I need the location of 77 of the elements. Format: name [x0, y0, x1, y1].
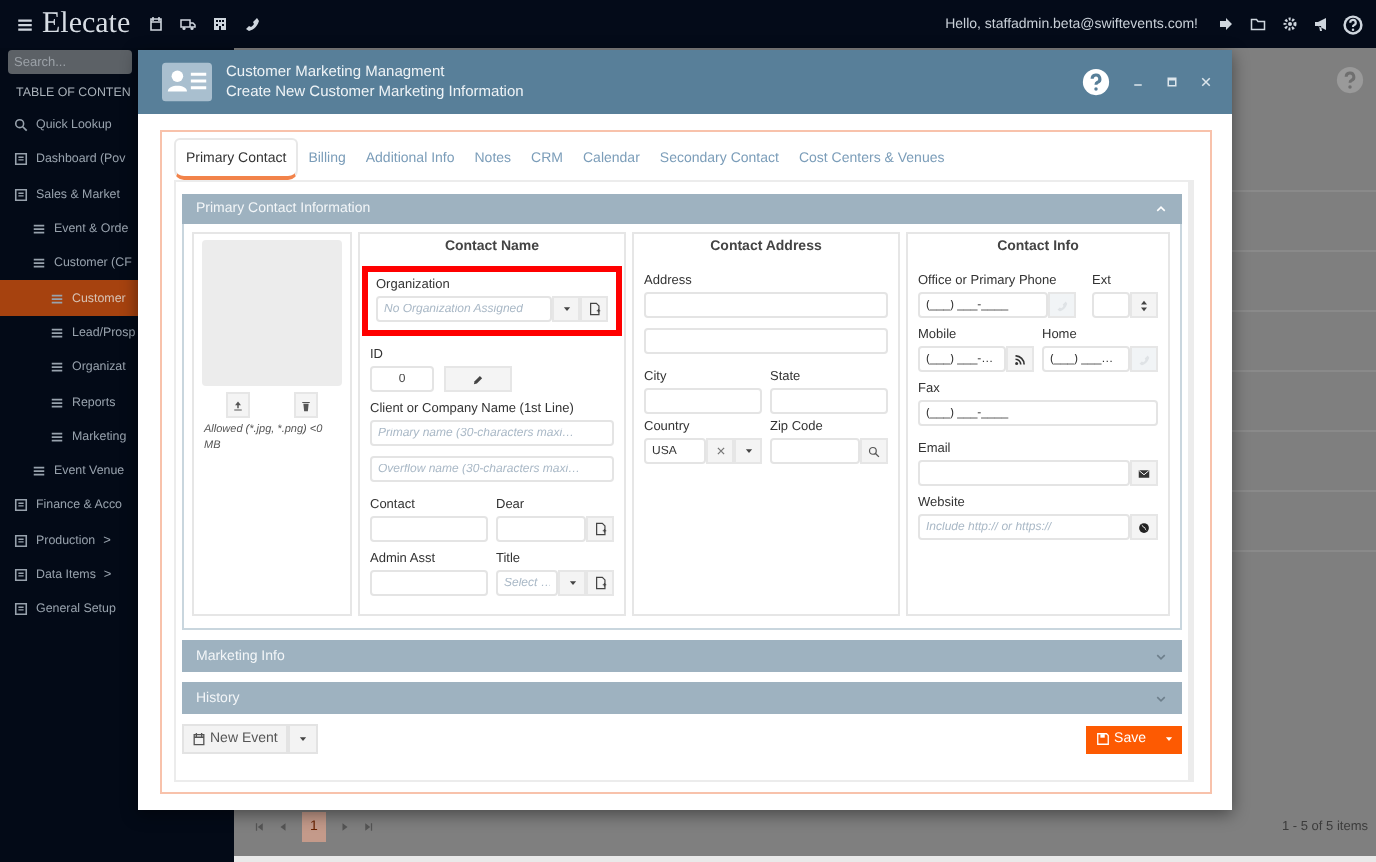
phone-icon[interactable]: [244, 16, 261, 32]
contact-field[interactable]: [370, 516, 488, 542]
last-page-icon[interactable]: [363, 822, 374, 832]
close-icon: [715, 446, 725, 456]
calendar-icon[interactable]: [148, 16, 165, 32]
sign-out-icon[interactable]: [1218, 16, 1234, 32]
grid-icon: [14, 533, 28, 548]
list-icon: [50, 360, 64, 375]
globe-icon: [1138, 521, 1150, 533]
grid-icon: [14, 187, 28, 202]
calendar-icon: [192, 732, 206, 746]
save-icon: [1096, 732, 1111, 746]
list-icon: [32, 256, 46, 271]
next-page-icon[interactable]: [339, 822, 350, 832]
grid-icon: [14, 602, 28, 617]
upload-button[interactable]: [226, 392, 250, 418]
spinner-button[interactable]: [1130, 292, 1158, 318]
delete-button[interactable]: [294, 392, 318, 418]
building-icon[interactable]: [212, 16, 229, 32]
chevron-down-icon: [1156, 651, 1166, 661]
help-icon[interactable]: [1342, 13, 1364, 35]
extension-field[interactable]: [1092, 292, 1130, 318]
trash-icon: [300, 399, 312, 411]
maximize-icon[interactable]: [1166, 76, 1178, 88]
dear-field[interactable]: [496, 516, 586, 542]
search-icon: [868, 445, 880, 457]
previous-page-icon[interactable]: [278, 822, 288, 832]
add-button[interactable]: [586, 516, 614, 542]
list-icon: [50, 291, 64, 306]
file-icon: [593, 522, 607, 536]
grid-icon: [14, 568, 28, 582]
pencil-icon: [472, 373, 484, 385]
add-button[interactable]: [586, 570, 614, 596]
app-logo: Elecate: [42, 7, 131, 41]
file-icon: [593, 576, 607, 590]
close-icon[interactable]: [1200, 76, 1212, 88]
menu-icon[interactable]: [16, 15, 34, 33]
add-button[interactable]: [580, 296, 608, 322]
caret-icon: [743, 446, 753, 456]
state-field[interactable]: [770, 388, 888, 414]
admin-assistant-field[interactable]: [370, 570, 488, 596]
settings-icon[interactable]: [1282, 16, 1298, 32]
contact-card-icon: [162, 62, 212, 102]
folder-icon[interactable]: [1250, 16, 1266, 32]
spinner-arrows-icon: [1138, 299, 1150, 311]
save-menu-button[interactable]: [1156, 725, 1182, 753]
megaphone-icon[interactable]: [1314, 16, 1330, 32]
zip-code-field[interactable]: [770, 438, 860, 464]
grid-icon: [14, 498, 28, 513]
email-button[interactable]: [1130, 460, 1158, 486]
list-icon: [50, 429, 64, 444]
file-icon: [587, 302, 601, 316]
list-icon: [32, 222, 46, 237]
city-field[interactable]: [644, 388, 762, 414]
list-icon: [50, 325, 64, 340]
grid-icon: [14, 152, 28, 167]
caret-icon: [297, 734, 308, 744]
caret-icon: [567, 578, 577, 588]
open-website-button[interactable]: [1130, 514, 1158, 540]
search-icon: [14, 118, 28, 133]
upload-icon: [232, 399, 244, 411]
text-message-button[interactable]: [1006, 346, 1034, 372]
list-icon: [50, 395, 64, 410]
dropdown-button[interactable]: [734, 438, 762, 464]
caret-icon: [561, 304, 571, 314]
search-button[interactable]: [860, 438, 888, 464]
email-field[interactable]: [918, 460, 1130, 486]
list-icon: [32, 464, 46, 479]
first-page-icon[interactable]: [254, 822, 264, 832]
caret-icon: [1164, 734, 1174, 744]
truck-icon[interactable]: [180, 16, 197, 32]
address-field[interactable]: [644, 292, 888, 318]
chevron-up-icon: [1156, 204, 1166, 214]
rss-icon: [1014, 353, 1026, 365]
chevron-down-icon: [1156, 693, 1166, 703]
envelope-icon: [1138, 467, 1150, 479]
address-field[interactable]: [644, 328, 888, 354]
